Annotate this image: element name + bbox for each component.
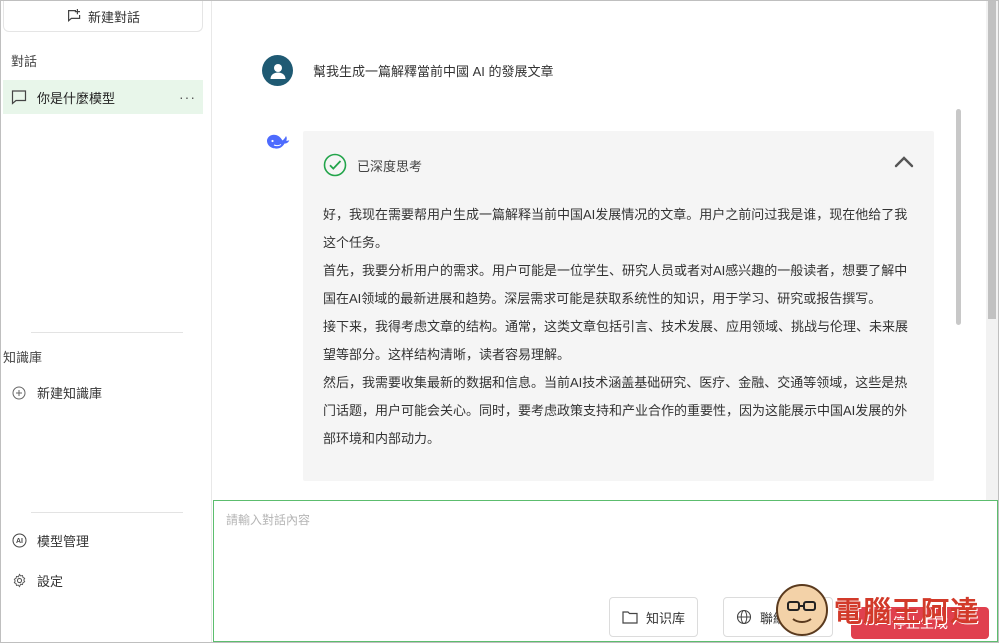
collapse-button[interactable] (894, 155, 914, 173)
check-circle-icon (323, 153, 347, 177)
user-icon (270, 63, 285, 79)
model-management-label: 模型管理 (37, 534, 90, 549)
ai-icon: AI (11, 533, 27, 549)
divider (31, 512, 183, 513)
user-message-text: 幫我生成一篇解釋當前中國 AI 的發展文章 (313, 64, 554, 79)
chat-bubble-icon (11, 90, 27, 105)
knowledge-base-button[interactable]: 知识库 (609, 597, 699, 637)
web-search-label: 聯網搜索 (760, 610, 813, 626)
thinking-paragraph: 首先，我要分析用户的需求。用户可能是一位学生、研究人员或者对AI感兴趣的一般读者… (323, 263, 908, 306)
new-knowledge-label: 新建知識庫 (37, 386, 103, 401)
gear-icon (11, 573, 27, 589)
knowledge-base-label: 知识库 (646, 610, 686, 626)
settings-button[interactable]: 設定 (11, 571, 63, 590)
thinking-title: 已深度思考 (357, 158, 423, 174)
chat-panel: 幫我生成一篇解釋當前中國 AI 的發展文章 已深度思考 好，我现在需要帮用户生成… (213, 1, 998, 500)
chat-input-area: 知识库 聯網搜索 停止生成 (213, 500, 998, 642)
user-message: 幫我生成一篇解釋當前中國 AI 的發展文章 (262, 55, 554, 86)
new-chat-icon (67, 9, 81, 22)
chat-input[interactable] (214, 501, 997, 581)
thinking-paragraph: 好，我现在需要帮用户生成一篇解释当前中国AI发展情况的文章。用户之前问过我是谁，… (323, 207, 908, 250)
divider (31, 332, 183, 333)
new-chat-label: 新建對話 (87, 9, 140, 25)
conversation-more-button[interactable]: ··· (179, 89, 203, 105)
conversation-title: 你是什麼模型 (37, 90, 116, 106)
stop-generating-button[interactable]: 停止生成 (851, 607, 989, 639)
web-search-button[interactable]: 聯網搜索 (723, 597, 833, 637)
thinking-content: 好，我现在需要帮用户生成一篇解释当前中国AI发展情况的文章。用户之前问过我是谁，… (323, 201, 915, 453)
window-scroll-thumb[interactable] (988, 1, 996, 319)
chat-scrollbar[interactable] (956, 109, 961, 325)
window-scrollbar[interactable] (986, 1, 998, 500)
globe-icon (736, 609, 752, 625)
chevron-up-icon (894, 156, 914, 168)
folder-icon (622, 611, 638, 624)
thinking-paragraph: 接下来，我得考虑文章的结构。通常，这类文章包括引言、技术发展、应用领域、挑战与伦… (323, 319, 909, 362)
deepseek-whale-icon (265, 131, 291, 158)
model-management-button[interactable]: AI 模型管理 (11, 531, 89, 550)
new-chat-button[interactable]: 新建對話 (3, 1, 203, 32)
thinking-paragraph: 然后，我需要收集最新的数据和信息。当前AI技术涵盖基础研究、医疗、金融、交通等领… (323, 375, 908, 446)
thinking-panel: 已深度思考 好，我现在需要帮用户生成一篇解释当前中国AI发展情况的文章。用户之前… (303, 131, 934, 481)
sidebar: 新建對話 對話 你是什麼模型 ··· 知識庫 新建知識庫 AI 模型管理 設定 (1, 1, 212, 642)
user-avatar (262, 55, 293, 86)
new-knowledge-button[interactable]: 新建知識庫 (11, 383, 102, 402)
settings-label: 設定 (37, 574, 64, 589)
thinking-header[interactable]: 已深度思考 (323, 153, 422, 177)
plus-circle-icon (11, 385, 27, 401)
conversation-item[interactable]: 你是什麼模型 ··· (3, 80, 203, 114)
knowledge-heading: 知識庫 (3, 350, 43, 365)
conversations-heading: 對話 (11, 54, 38, 69)
svg-text:AI: AI (16, 538, 23, 545)
